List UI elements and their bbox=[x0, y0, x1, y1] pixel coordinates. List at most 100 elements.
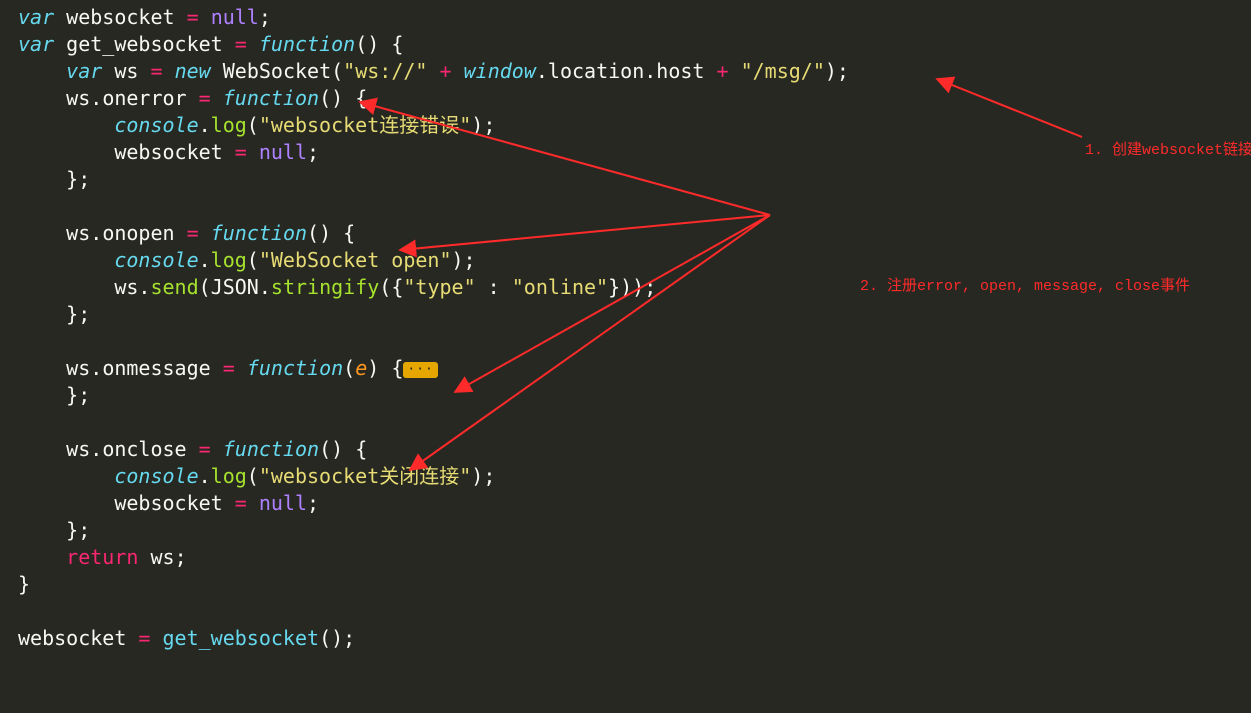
brace: { bbox=[343, 221, 355, 245]
keyword-function: function bbox=[223, 86, 319, 110]
paren: (); bbox=[319, 626, 355, 650]
paren: ( bbox=[331, 59, 343, 83]
operator: = bbox=[199, 437, 211, 461]
ident: ws bbox=[66, 221, 90, 245]
operator: = bbox=[235, 32, 247, 56]
paren: () bbox=[319, 86, 343, 110]
punct: . bbox=[259, 275, 271, 299]
punct: . bbox=[138, 275, 150, 299]
method: send bbox=[150, 275, 198, 299]
prop: location bbox=[548, 59, 644, 83]
brace: { bbox=[355, 437, 367, 461]
keyword-function: function bbox=[223, 437, 319, 461]
punct: . bbox=[536, 59, 548, 83]
string: "websocket关闭连接" bbox=[259, 464, 471, 488]
ident: websocket bbox=[66, 5, 174, 29]
string: "type" bbox=[403, 275, 475, 299]
keyword-var: var bbox=[18, 5, 54, 29]
ident: ws bbox=[66, 356, 90, 380]
builtin-console: console bbox=[114, 464, 198, 488]
punct: ; bbox=[307, 140, 319, 164]
string: "online" bbox=[512, 275, 608, 299]
brace: }; bbox=[66, 383, 90, 407]
string: "/msg/" bbox=[741, 59, 825, 83]
ident: get_websocket bbox=[66, 32, 223, 56]
string: "ws://" bbox=[343, 59, 427, 83]
paren: ); bbox=[471, 113, 495, 137]
ident: ws bbox=[114, 275, 138, 299]
keyword-function: function bbox=[211, 221, 307, 245]
paren: ( bbox=[247, 464, 259, 488]
paren: ); bbox=[471, 464, 495, 488]
method: log bbox=[211, 464, 247, 488]
class-name: WebSocket bbox=[223, 59, 331, 83]
punct: ; bbox=[175, 545, 187, 569]
paren: ); bbox=[825, 59, 849, 83]
paren: ({ bbox=[379, 275, 403, 299]
literal-null: null bbox=[211, 5, 259, 29]
operator: + bbox=[440, 59, 452, 83]
operator: = bbox=[187, 221, 199, 245]
builtin-console: console bbox=[114, 113, 198, 137]
keyword-function: function bbox=[247, 356, 343, 380]
prop: onclose bbox=[102, 437, 186, 461]
punct: . bbox=[90, 356, 102, 380]
ident: websocket bbox=[18, 626, 126, 650]
punct: . bbox=[90, 221, 102, 245]
punct: . bbox=[90, 86, 102, 110]
brace: { bbox=[355, 86, 367, 110]
string: "websocket连接错误" bbox=[259, 113, 471, 137]
brace: } bbox=[18, 572, 30, 596]
ident: websocket bbox=[114, 140, 222, 164]
ident: websocket bbox=[114, 491, 222, 515]
prop: host bbox=[656, 59, 704, 83]
operator: = bbox=[150, 59, 162, 83]
paren: () bbox=[319, 437, 343, 461]
prop: onmessage bbox=[102, 356, 210, 380]
punct: : bbox=[488, 275, 500, 299]
operator: = bbox=[138, 626, 150, 650]
paren: () bbox=[307, 221, 331, 245]
operator: = bbox=[235, 140, 247, 164]
punct: . bbox=[199, 464, 211, 488]
punct: ; bbox=[259, 5, 271, 29]
string: "WebSocket open" bbox=[259, 248, 452, 272]
code-block[interactable]: var websocket = null; var get_websocket … bbox=[18, 4, 849, 652]
literal-null: null bbox=[259, 140, 307, 164]
paren: () bbox=[355, 32, 379, 56]
param: e bbox=[355, 356, 367, 380]
annotation-1: 1. 创建websocket链接 bbox=[1085, 138, 1251, 159]
operator: = bbox=[187, 5, 199, 29]
method: log bbox=[211, 248, 247, 272]
keyword-new: new bbox=[175, 59, 211, 83]
keyword-var: var bbox=[66, 59, 102, 83]
paren: ( bbox=[199, 275, 211, 299]
brace: { bbox=[391, 32, 403, 56]
punct: . bbox=[199, 248, 211, 272]
punct: . bbox=[90, 437, 102, 461]
paren: ( bbox=[343, 356, 355, 380]
keyword-return: return bbox=[66, 545, 138, 569]
fold-marker-icon[interactable]: ··· bbox=[403, 362, 437, 378]
annotation-2: 2. 注册error, open, message, close事件 bbox=[860, 274, 1190, 295]
ident: JSON bbox=[211, 275, 259, 299]
paren: ); bbox=[452, 248, 476, 272]
operator: = bbox=[199, 86, 211, 110]
fn-call: get_websocket bbox=[163, 626, 320, 650]
prop: onopen bbox=[102, 221, 174, 245]
operator: = bbox=[235, 491, 247, 515]
ident: ws bbox=[66, 437, 90, 461]
paren: ( bbox=[247, 113, 259, 137]
brace: }; bbox=[66, 302, 90, 326]
paren: ) bbox=[367, 356, 379, 380]
literal-null: null bbox=[259, 491, 307, 515]
keyword-function: function bbox=[259, 32, 355, 56]
brace: }; bbox=[66, 518, 90, 542]
keyword-var: var bbox=[18, 32, 54, 56]
builtin-console: console bbox=[114, 248, 198, 272]
method: stringify bbox=[271, 275, 379, 299]
builtin-window: window bbox=[464, 59, 536, 83]
operator: + bbox=[717, 59, 729, 83]
method: log bbox=[211, 113, 247, 137]
punct: ; bbox=[307, 491, 319, 515]
